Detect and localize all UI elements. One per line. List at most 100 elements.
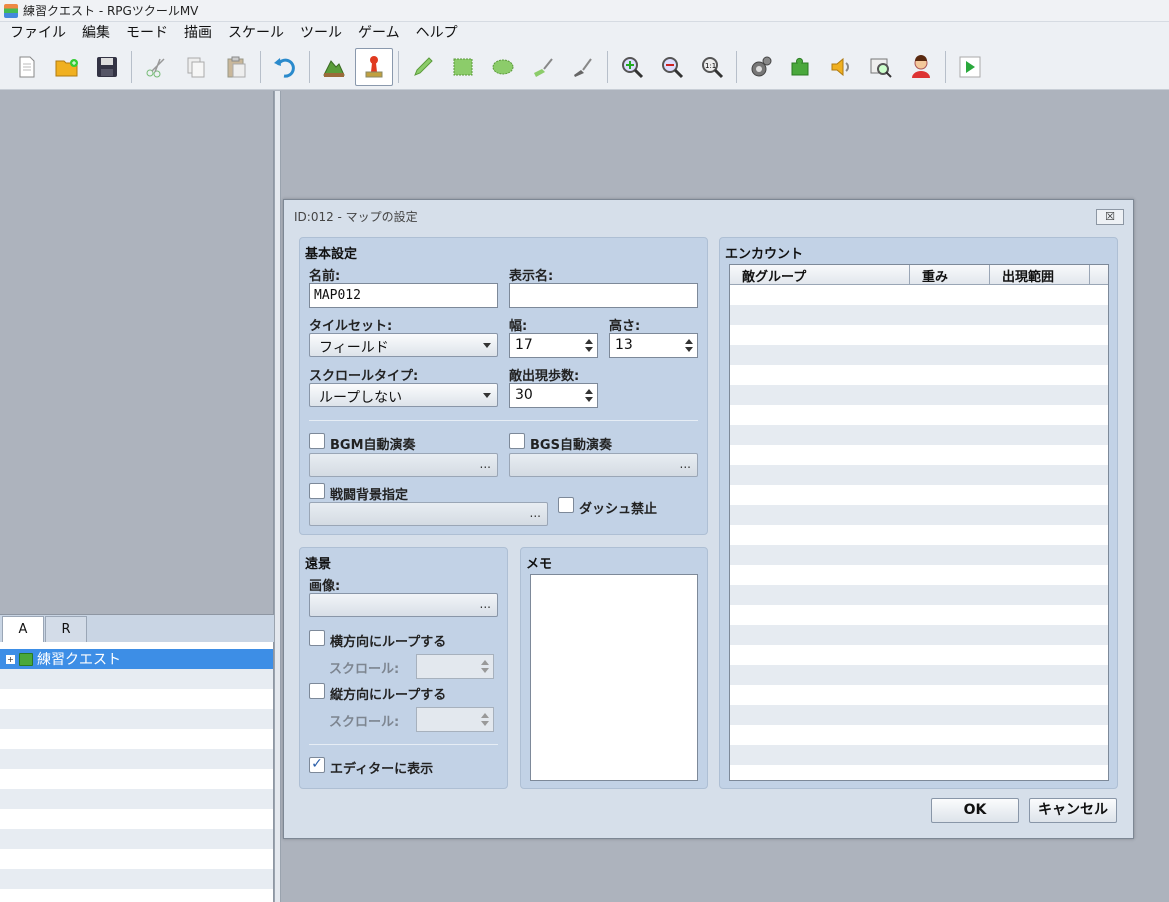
actual-size-button[interactable]: 1:1 — [693, 48, 731, 86]
sound-test-button[interactable] — [822, 48, 860, 86]
encounter-steps-stepper[interactable]: 30 — [509, 383, 598, 408]
table-row[interactable] — [730, 665, 1108, 685]
toolbar-separator — [398, 50, 399, 83]
show-in-editor-checkbox[interactable]: ✓ — [309, 757, 325, 773]
battleback-checkbox[interactable] — [309, 483, 325, 499]
table-row[interactable] — [730, 765, 1108, 780]
table-row[interactable] — [730, 685, 1108, 705]
table-row[interactable] — [730, 645, 1108, 665]
table-row[interactable] — [730, 605, 1108, 625]
table-row[interactable] — [730, 565, 1108, 585]
encounter-table[interactable]: 敵グループ 重み 出現範囲 — [729, 264, 1109, 781]
copy-button[interactable] — [177, 48, 215, 86]
rectangle-button[interactable] — [444, 48, 482, 86]
table-row[interactable] — [730, 385, 1108, 405]
loop-horizontal-checkbox[interactable] — [309, 630, 325, 646]
loop-vertical-checkbox[interactable] — [309, 683, 325, 699]
spin-down-icon[interactable] — [585, 397, 593, 402]
spin-up-icon[interactable] — [685, 339, 693, 344]
splitter[interactable] — [274, 91, 281, 902]
table-row[interactable] — [730, 425, 1108, 445]
cancel-button[interactable]: キャンセル — [1029, 798, 1117, 823]
spin-down-icon[interactable] — [685, 347, 693, 352]
menu-mode[interactable]: モード — [118, 22, 176, 44]
group-title: メモ — [526, 557, 553, 572]
column-header-weight[interactable]: 重み — [910, 265, 990, 285]
menu-file[interactable]: ファイル — [2, 22, 74, 44]
bgm-checkbox[interactable] — [309, 433, 325, 449]
table-row[interactable] — [730, 345, 1108, 365]
table-row[interactable] — [730, 325, 1108, 345]
table-row[interactable] — [730, 525, 1108, 545]
chevron-down-icon — [483, 343, 491, 348]
menu-scale[interactable]: スケール — [220, 22, 292, 44]
spin-up-icon[interactable] — [585, 339, 593, 344]
shadow-pen-button[interactable] — [564, 48, 602, 86]
parallax-image-picker[interactable]: ... — [309, 593, 498, 617]
undo-button[interactable] — [266, 48, 304, 86]
table-row[interactable] — [730, 585, 1108, 605]
menu-game[interactable]: ゲーム — [350, 22, 408, 44]
zoom-in-button[interactable] — [613, 48, 651, 86]
menu-help[interactable]: ヘルプ — [408, 22, 466, 44]
scroll-type-select[interactable]: ループしない — [309, 383, 498, 407]
new-project-button[interactable] — [8, 48, 46, 86]
cut-button[interactable] — [137, 48, 175, 86]
spin-down-icon[interactable] — [585, 347, 593, 352]
ellipse-button[interactable] — [484, 48, 522, 86]
scroll-y-stepper — [416, 707, 494, 732]
save-button[interactable] — [88, 48, 126, 86]
table-row[interactable] — [730, 505, 1108, 525]
paste-button[interactable] — [217, 48, 255, 86]
table-row[interactable] — [730, 625, 1108, 645]
actual-size-icon: 1:1 — [702, 56, 724, 78]
table-row[interactable] — [730, 305, 1108, 325]
height-stepper[interactable]: 13 — [609, 333, 698, 358]
tileset-select[interactable]: フィールド — [309, 333, 498, 357]
open-project-button[interactable] — [48, 48, 86, 86]
close-button[interactable]: ☒ — [1096, 209, 1124, 225]
map-mode-button[interactable] — [315, 48, 353, 86]
list-row — [0, 769, 273, 789]
menu-tools[interactable]: ツール — [292, 22, 350, 44]
pencil-button[interactable] — [404, 48, 442, 86]
ok-button[interactable]: OK — [931, 798, 1019, 823]
menu-draw[interactable]: 描画 — [176, 22, 220, 44]
table-row[interactable] — [730, 465, 1108, 485]
column-header-troop[interactable]: 敵グループ — [730, 265, 910, 285]
tab-a[interactable]: A — [2, 616, 44, 642]
width-value: 17 — [515, 337, 533, 353]
width-stepper[interactable]: 17 — [509, 333, 598, 358]
plugin-manager-button[interactable] — [782, 48, 820, 86]
table-row[interactable] — [730, 705, 1108, 725]
tree-item-project[interactable]: + 練習クエスト — [0, 649, 273, 669]
bgs-checkbox[interactable] — [509, 433, 525, 449]
event-searcher-button[interactable] — [862, 48, 900, 86]
menu-edit[interactable]: 編集 — [74, 22, 118, 44]
character-generator-icon — [912, 54, 930, 78]
display-name-field[interactable] — [509, 283, 698, 308]
name-field[interactable]: MAP012 — [309, 283, 498, 308]
table-row[interactable] — [730, 725, 1108, 745]
table-row[interactable] — [730, 365, 1108, 385]
table-row[interactable] — [730, 285, 1108, 305]
playtest-button[interactable] — [951, 48, 989, 86]
fill-button[interactable] — [524, 48, 562, 86]
battleback-label: 戦闘背景指定 — [330, 488, 409, 503]
table-row[interactable] — [730, 545, 1108, 565]
column-header-range[interactable]: 出現範囲 — [990, 265, 1090, 285]
event-mode-button[interactable] — [355, 47, 393, 86]
table-row[interactable] — [730, 445, 1108, 465]
spin-up-icon[interactable] — [585, 389, 593, 394]
zoom-out-button[interactable] — [653, 48, 691, 86]
table-row[interactable] — [730, 745, 1108, 765]
tab-r[interactable]: R — [45, 616, 87, 642]
database-button[interactable] — [742, 48, 780, 86]
character-generator-button[interactable] — [902, 48, 940, 86]
memo-textarea[interactable] — [530, 574, 698, 781]
dash-disable-checkbox[interactable] — [558, 497, 574, 513]
copy-icon — [187, 57, 205, 77]
expand-icon[interactable]: + — [6, 654, 15, 664]
table-row[interactable] — [730, 405, 1108, 425]
table-row[interactable] — [730, 485, 1108, 505]
